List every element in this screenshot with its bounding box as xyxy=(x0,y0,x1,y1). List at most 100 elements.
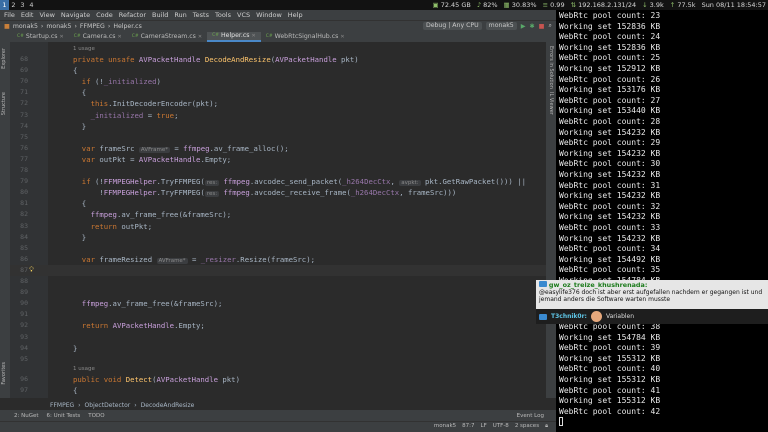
code-line[interactable]: 80 !FFMPEGHelper.TryFFMPEG(res: ffmpeg.a… xyxy=(10,187,546,198)
close-icon[interactable]: ✕ xyxy=(340,32,344,42)
code-line[interactable]: 93 xyxy=(10,332,546,343)
code-line[interactable]: 96 public void Detect(AVPacketHandle pkt) xyxy=(10,374,546,385)
lock-icon[interactable]: 🔒︎ xyxy=(545,423,548,430)
code-line[interactable]: 77 var outPkt = AVPacketHandle.Empty; xyxy=(10,154,546,165)
tool-tab-unit-tests[interactable]: 6: Unit Tests xyxy=(47,413,81,419)
code-line[interactable]: 85 xyxy=(10,243,546,254)
tab-camerastream-cs[interactable]: C# CameraStream.cs ✕ xyxy=(127,32,207,42)
status-caret-position[interactable]: 87:7 xyxy=(462,423,474,430)
code-line[interactable]: 74 } xyxy=(10,121,546,132)
tool-explorer[interactable]: Explorer xyxy=(1,48,7,69)
menu-tests[interactable]: Tests xyxy=(193,11,209,19)
code-line[interactable]: 84 } xyxy=(10,232,546,243)
code-line[interactable]: 86 var frameResized AVFrame* = _resizer.… xyxy=(10,254,546,265)
code-line[interactable]: 89 xyxy=(10,287,546,298)
code-line[interactable]: 91 xyxy=(10,309,546,320)
code-line[interactable]: 70 if (!_initialized) xyxy=(10,76,546,87)
status-project[interactable]: monak5 xyxy=(434,423,456,430)
tool-errors[interactable]: Errors in Solution xyxy=(548,46,554,89)
close-icon[interactable]: ✕ xyxy=(251,31,255,41)
build-config-select[interactable]: Debug | Any CPU xyxy=(422,22,482,30)
tool-tab-nuget[interactable]: 2: NuGet xyxy=(14,413,39,419)
menu-code[interactable]: Code xyxy=(96,11,113,19)
code-line[interactable]: 97 { xyxy=(10,385,546,396)
status-line-ending[interactable]: LF xyxy=(481,423,487,430)
menu-vcs[interactable]: VCS xyxy=(237,11,250,19)
code-line[interactable]: 78 xyxy=(10,165,546,176)
code-line[interactable]: 95 xyxy=(10,354,546,365)
workspace-switcher[interactable]: 1 2 3 4 xyxy=(0,0,36,10)
status-encoding[interactable]: UTF-8 xyxy=(493,423,509,430)
code-line[interactable]: 68 private unsafe AVPacketHandle DecodeAn… xyxy=(10,54,546,65)
nav-crumb-project[interactable]: monak5 xyxy=(46,23,71,30)
tab-camera-cs[interactable]: C# Camera.cs ✕ xyxy=(69,32,127,42)
menu-refactor[interactable]: Refactor xyxy=(119,11,146,19)
nav-crumb-solution[interactable]: monak5 xyxy=(13,23,38,30)
debug-icon[interactable]: ✱ xyxy=(529,23,534,30)
code-line[interactable]: 76 var frameSrc AVFrame* = ffmpeg.av_fra… xyxy=(10,143,546,154)
code-line[interactable]: 83 return outPkt; xyxy=(10,221,546,232)
crumb-method[interactable]: DecodeAndResize xyxy=(141,402,195,409)
search-everywhere-icon[interactable]: ⌕ xyxy=(549,22,552,30)
nav-crumb-folder[interactable]: FFMPEG xyxy=(80,23,105,30)
menu-edit[interactable]: Edit xyxy=(21,11,34,19)
tab-startup-cs[interactable]: C# Startup.cs ✕ xyxy=(12,32,69,42)
code-line[interactable]: 87 💡︎ xyxy=(10,264,546,276)
stop-icon[interactable]: ■ xyxy=(539,23,545,30)
status-indent[interactable]: 2 spaces xyxy=(515,423,539,430)
menu-help[interactable]: Help xyxy=(288,11,303,19)
menu-build[interactable]: Build xyxy=(152,11,168,19)
close-icon[interactable]: ✕ xyxy=(117,32,121,42)
workspace-1[interactable]: 1 xyxy=(0,0,9,10)
code-line[interactable]: 79 if (!FFMPEGHelper.TryFFMPEG(res: ffmp… xyxy=(10,176,546,187)
workspace-2[interactable]: 2 xyxy=(9,0,18,10)
tool-tab-todo[interactable]: TODO xyxy=(88,413,104,419)
menu-view[interactable]: View xyxy=(39,11,54,19)
tool-il-viewer[interactable]: IL Viewer xyxy=(548,92,554,115)
code-editor[interactable]: 1 usage 68 private unsafe AVPacketHandle D… xyxy=(10,42,546,398)
menu-run[interactable]: Run xyxy=(174,11,186,19)
console-line: Working set 153440 KB xyxy=(559,106,661,116)
code-line[interactable]: 81 { xyxy=(10,198,546,209)
menu-navigate[interactable]: Navigate xyxy=(61,11,90,19)
code-line[interactable]: 71 { xyxy=(10,87,546,98)
tab-webrtcsignalhub-cs[interactable]: C# WebRtcSignalHub.cs ✕ xyxy=(261,32,350,42)
menu-file[interactable]: File xyxy=(4,11,15,19)
code-line[interactable]: 98 using Vector<Detections> detect xyxy=(10,396,546,398)
run-icon[interactable]: ▶ xyxy=(521,23,526,30)
nav-crumb-file[interactable]: Helper.cs xyxy=(113,23,141,30)
tool-structure[interactable]: Structure xyxy=(1,92,7,115)
crumb-class[interactable]: ObjectDetector xyxy=(85,402,131,409)
event-log-button[interactable]: Event Log xyxy=(517,413,544,419)
lightbulb-icon[interactable]: 💡︎ xyxy=(29,265,37,275)
workspace-3[interactable]: 3 xyxy=(18,0,27,10)
code-line[interactable]: 88 xyxy=(10,276,546,287)
close-icon[interactable]: ✕ xyxy=(59,32,63,42)
code-lens-usages[interactable]: 1 usage xyxy=(73,45,95,54)
line-number: 81 xyxy=(20,199,28,208)
code-line[interactable]: 75 xyxy=(10,132,546,143)
menu-tools[interactable]: Tools xyxy=(215,11,231,19)
code-token: ffmpeg xyxy=(90,210,117,220)
tab-label: WebRtcSignalHub.cs xyxy=(274,33,339,40)
close-icon[interactable]: ✕ xyxy=(198,32,202,42)
menu-window[interactable]: Window xyxy=(256,11,282,19)
code-lens-usages[interactable]: 1 usage xyxy=(73,365,95,374)
code-line[interactable]: 69 { xyxy=(10,65,546,76)
code-line[interactable]: 92 return AVPacketHandle.Empty; xyxy=(10,320,546,331)
load-status: ≡ 0.99 xyxy=(542,1,565,9)
tool-favorites[interactable]: Favorites xyxy=(1,362,7,385)
console-line: WebRtc pool count: 42 xyxy=(559,406,661,416)
code-line[interactable]: 94} xyxy=(10,343,546,354)
code-line[interactable]: 72 this.InitDecoderEncoder(pkt); xyxy=(10,98,546,109)
crumb-namespace[interactable]: FFMPEG xyxy=(50,402,74,409)
tab-helper-cs[interactable]: C# Helper.cs ✕ xyxy=(207,32,261,42)
code-line[interactable]: 73 _initialized = true; xyxy=(10,110,546,121)
terminal-console[interactable]: WebRtc pool count: 23 Working set 152836 … xyxy=(556,10,768,432)
workspace-4[interactable]: 4 xyxy=(27,0,36,10)
code-line[interactable]: 82 ffmpeg.av_frame_free(&frameSrc); xyxy=(10,209,546,220)
code-line[interactable]: 90 ffmpeg.av_frame_free(&frameSrc); xyxy=(10,298,546,309)
run-target-select[interactable]: monak5 xyxy=(485,22,517,30)
